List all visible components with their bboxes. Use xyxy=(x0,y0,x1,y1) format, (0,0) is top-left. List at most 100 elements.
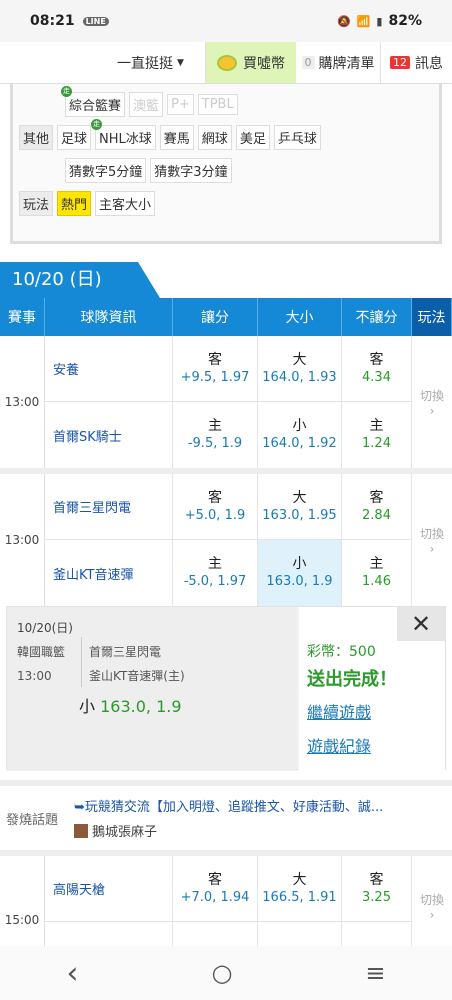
game-history-link[interactable]: 遊戲紀錄 xyxy=(307,733,371,757)
date-tab[interactable]: 10/20 (日) xyxy=(0,262,160,298)
continue-game-link[interactable]: 繼續遊戲 xyxy=(307,699,371,723)
odds-moneyline-away[interactable]: 客 3.25 xyxy=(342,856,412,921)
bet-league: 韓國職籃 xyxy=(17,645,66,659)
team-name[interactable]: 釜山KT音速彈 xyxy=(45,540,173,606)
bet-date: 10/20(日) xyxy=(17,621,73,635)
home-icon[interactable]: ○ xyxy=(211,959,232,987)
switch-play-button[interactable]: 切換 › xyxy=(412,336,452,468)
date-bar: 10/20 (日) xyxy=(0,262,452,298)
header-team-info: 球隊資訊 xyxy=(45,298,173,336)
match-row-away: 首爾三星閃電 客 +5.0, 1.9 大 163.0, 1.95 客 2.84 xyxy=(45,474,412,540)
odds-handicap-away[interactable]: 客 +9.5, 1.97 xyxy=(173,336,258,401)
header-event: 賽事 xyxy=(0,298,45,336)
odds-handicap-home[interactable]: 主 -9.5, 1.9 xyxy=(173,402,258,468)
battery-icon: ▮ xyxy=(376,14,383,28)
top-nav: 一直挺挺 ▼ 買噓幣 0 購牌清單 12 訊息 xyxy=(0,42,452,84)
odds-handicap-home[interactable]: 主 -5.0, 1.97 xyxy=(173,540,258,606)
hot-topic-user: 鵝城張麻子 xyxy=(92,825,158,840)
match-card: 13:00 首爾三星閃電 客 +5.0, 1.9 大 163.0, 1.95 客 2.… xyxy=(0,474,452,606)
chevron-right-icon: › xyxy=(429,907,435,922)
bet-confirmation-panel: 10/20(日) 韓國職籃 13:00 首爾三星閃電 釜山KT音速彈(主) 小 … xyxy=(6,606,446,771)
bet-slip-info: 10/20(日) 韓國職籃 13:00 首爾三星閃電 釜山KT音速彈(主) 小 … xyxy=(7,607,297,771)
status-bar: 08:21 LINE 🔕 📶 ▮ 82% xyxy=(0,0,452,42)
filter-label-other: 其他 xyxy=(19,125,54,150)
filter-tag-horse-racing[interactable]: 賽馬 xyxy=(159,125,194,150)
filter-tag-tpbl[interactable]: TPBL xyxy=(197,94,238,115)
hot-badge: 走 xyxy=(91,119,103,130)
match-row-home: 首爾SK騎士 主 -9.5, 1.9 小 164.0, 1.92 主 1.24 xyxy=(45,402,412,468)
filter-tag-soccer[interactable]: 足球 xyxy=(57,125,92,150)
match-card: 15:00 高陽天槍 客 +7.0, 1.94 大 166.5, 1.91 客 3.2… xyxy=(0,856,452,956)
cart-count: 0 xyxy=(301,56,315,69)
back-icon[interactable]: ‹ xyxy=(66,956,78,991)
hot-badge: 走 xyxy=(61,86,72,97)
system-nav-bar: ‹ ○ ≡ xyxy=(0,946,452,1000)
sport-filter-panel: 走綜合籃賽 澳籃 P+ TPBL 其他 足球 走 NHL冰球 賽馬 網球 美足 乒… xyxy=(10,84,442,244)
battery-level: 82% xyxy=(388,13,422,29)
match-time: 13:00 xyxy=(0,336,45,468)
messages-button[interactable]: 12 訊息 xyxy=(381,42,452,83)
filter-tag-table-tennis[interactable]: 乒乓球 xyxy=(273,125,321,150)
clock: 08:21 xyxy=(30,13,75,29)
caret-down-icon: ▼ xyxy=(177,57,184,68)
hot-topic-banner[interactable]: 發燒話題 ➥玩競猜交流【加入明燈、追蹤推文、好康活動、誠... 鵝城張麻子 xyxy=(0,780,452,856)
line-icon: LINE xyxy=(82,16,109,26)
hot-topic-label: 發燒話題 xyxy=(6,812,59,828)
odds-handicap-away[interactable]: 客 +5.0, 1.9 xyxy=(173,474,258,539)
chevron-right-icon: › xyxy=(429,541,435,556)
filter-tag-mixed-basketball[interactable]: 走綜合籃賽 xyxy=(61,86,126,117)
filter-tag-tennis[interactable]: 網球 xyxy=(197,125,232,150)
team-name[interactable]: 首爾三星閃電 xyxy=(45,474,173,539)
odds-over[interactable]: 大 163.0, 1.95 xyxy=(258,474,342,539)
filter-tag-guess-3min[interactable]: 猜數字3分鐘 xyxy=(150,158,232,183)
match-row-away: 安養 客 +9.5, 1.97 大 164.0, 1.93 客 4.34 xyxy=(45,336,412,402)
odds-under-selected[interactable]: 小 163.0, 1.9 xyxy=(258,540,342,606)
switch-play-button[interactable]: 切換 › xyxy=(412,474,452,606)
odds-moneyline-away[interactable]: 客 2.84 xyxy=(342,474,412,539)
wifi-icon: 📶 xyxy=(356,14,371,28)
bet-time: 13:00 xyxy=(17,669,52,683)
odds-over[interactable]: 大 164.0, 1.93 xyxy=(258,336,342,401)
match-time: 15:00 xyxy=(0,856,45,956)
table-header: 賽事 球隊資訊 讓分 大小 不讓分 玩法 xyxy=(0,298,452,336)
mute-icon: 🔕 xyxy=(337,14,351,28)
filter-tag-american-football[interactable]: 美足 xyxy=(235,125,270,150)
header-play: 玩法 xyxy=(412,298,452,336)
switch-play-button[interactable]: 切換 › xyxy=(412,856,452,956)
community-dropdown[interactable]: 一直挺挺 ▼ xyxy=(96,42,206,83)
avatar xyxy=(74,823,88,838)
coin-balance: 彩幣：500 xyxy=(307,644,376,660)
odds-moneyline-home[interactable]: 主 1.24 xyxy=(342,402,412,468)
match-time: 13:00 xyxy=(0,474,45,606)
coin-icon xyxy=(217,54,237,71)
hot-topic-text[interactable]: ➥玩競猜交流【加入明燈、追蹤推文、好康活動、誠... xyxy=(74,796,424,815)
bet-team-home: 釜山KT音速彈(主) xyxy=(89,669,185,683)
odds-moneyline-home[interactable]: 主 1.46 xyxy=(342,540,412,606)
team-name[interactable]: 安養 xyxy=(45,336,173,401)
filter-tag-home-away-ou[interactable]: 主客大小 xyxy=(95,191,156,216)
messages-label: 訊息 xyxy=(415,55,443,72)
odds-moneyline-away[interactable]: 客 4.34 xyxy=(342,336,412,401)
team-name[interactable]: 高陽天槍 xyxy=(45,856,173,921)
filter-tag-guess-5min[interactable]: 猜數字5分鐘 xyxy=(65,158,147,183)
message-count: 12 xyxy=(390,56,410,69)
header-over-under: 大小 xyxy=(258,298,342,336)
odds-over[interactable]: 大 166.5, 1.91 xyxy=(258,856,342,921)
team-name[interactable]: 首爾SK騎士 xyxy=(45,402,173,468)
filter-tag-nhl[interactable]: 走 NHL冰球 xyxy=(91,119,156,150)
filter-tag-popular[interactable]: 熱門 xyxy=(57,191,92,216)
header-handicap: 讓分 xyxy=(173,298,258,336)
filter-tag-pplus[interactable]: P+ xyxy=(167,94,194,115)
close-icon[interactable]: ✕ xyxy=(397,607,445,641)
buy-coin-button[interactable]: 買噓幣 xyxy=(206,42,296,83)
cart-button[interactable]: 0 購牌清單 xyxy=(296,42,381,83)
filter-tag-aus-basketball[interactable]: 澳籃 xyxy=(129,92,164,117)
filter-label-play: 玩法 xyxy=(19,191,54,216)
menu-icon[interactable]: ≡ xyxy=(365,959,385,987)
odds-handicap-away[interactable]: 客 +7.0, 1.94 xyxy=(173,856,258,921)
odds-under[interactable]: 小 164.0, 1.92 xyxy=(258,402,342,468)
submit-success-text: 送出完成！ xyxy=(307,669,397,690)
chevron-right-icon: › xyxy=(429,403,435,418)
match-row-away: 高陽天槍 客 +7.0, 1.94 大 166.5, 1.91 客 3.25 xyxy=(45,856,412,922)
match-card: 13:00 安養 客 +9.5, 1.97 大 164.0, 1.93 客 4.34 … xyxy=(0,336,452,474)
